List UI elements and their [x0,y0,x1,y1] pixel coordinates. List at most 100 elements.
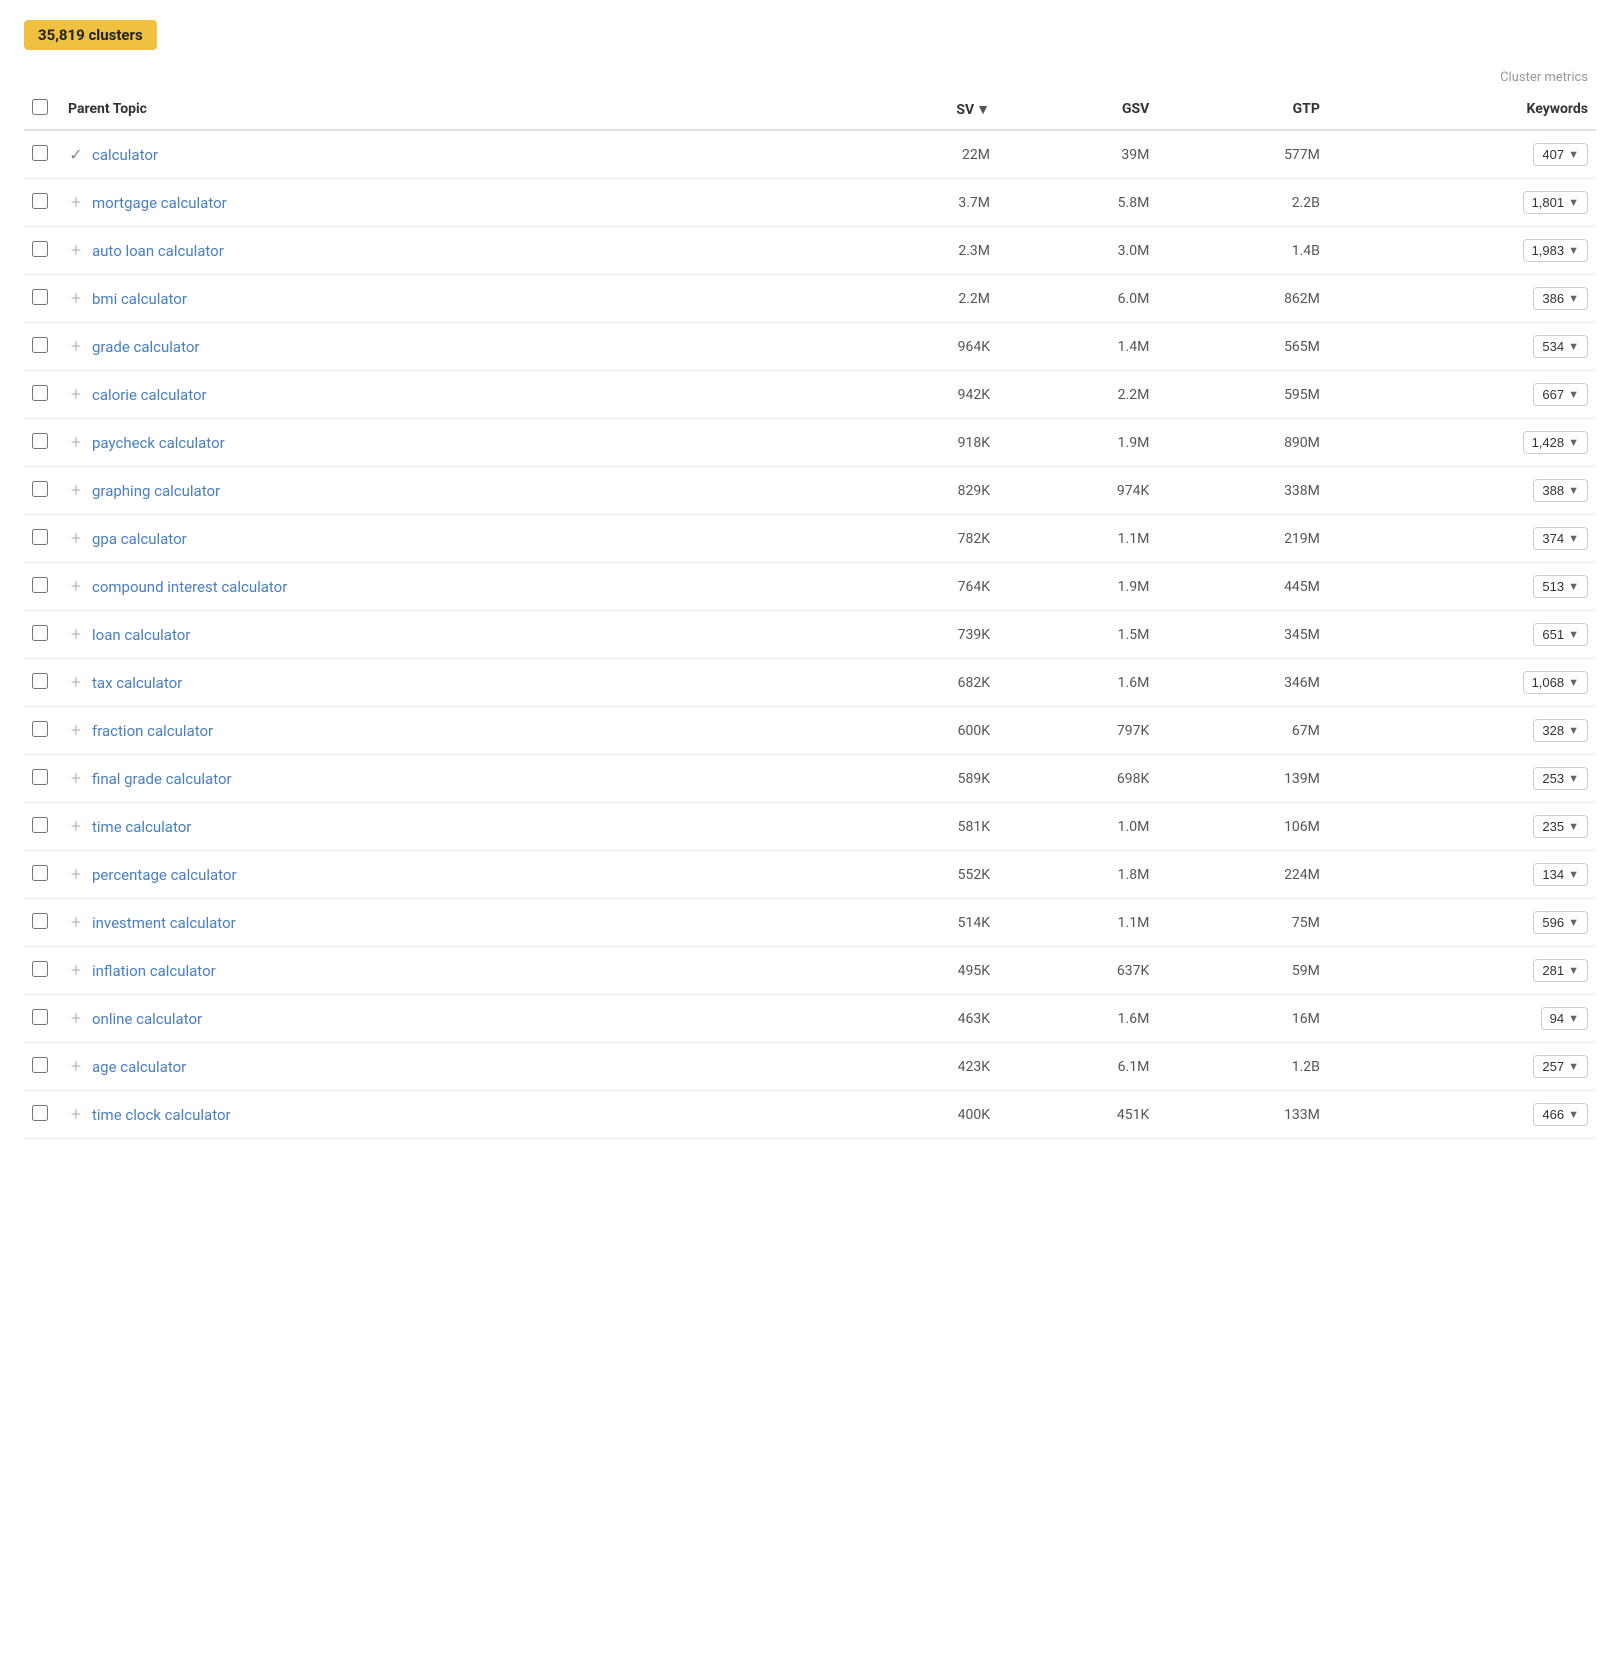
row-checkbox[interactable] [32,1009,48,1025]
row-checkbox[interactable] [32,913,48,929]
row-checkbox[interactable] [32,145,48,161]
dropdown-arrow-icon: ▼ [1568,197,1579,209]
topic-link[interactable]: compound interest calculator [92,578,287,596]
topic-link[interactable]: bmi calculator [92,290,187,308]
plus-icon[interactable]: + [68,192,84,213]
gsv-value: 1.6M [998,995,1157,1043]
plus-icon[interactable]: + [68,816,84,837]
row-checkbox[interactable] [32,961,48,977]
keywords-button[interactable]: 257▼ [1533,1055,1588,1078]
topic-link[interactable]: final grade calculator [92,770,232,788]
topic-link[interactable]: calculator [92,146,158,164]
plus-icon[interactable]: + [68,240,84,261]
keywords-button[interactable]: 388▼ [1533,479,1588,502]
row-checkbox[interactable] [32,625,48,641]
gsv-value: 698K [998,755,1157,803]
keywords-button[interactable]: 1,068▼ [1523,671,1588,694]
topic-link[interactable]: mortgage calculator [92,194,227,212]
topic-link[interactable]: time calculator [92,818,191,836]
keywords-cell: 1,983▼ [1328,227,1596,275]
plus-icon[interactable]: + [68,480,84,501]
keywords-button[interactable]: 466▼ [1533,1103,1588,1126]
keywords-button[interactable]: 513▼ [1533,575,1588,598]
plus-icon[interactable]: + [68,576,84,597]
select-all-header[interactable] [24,89,60,130]
keywords-button[interactable]: 1,983▼ [1523,239,1588,262]
topic-link[interactable]: paycheck calculator [92,434,225,452]
keywords-button[interactable]: 253▼ [1533,767,1588,790]
row-checkbox[interactable] [32,241,48,257]
plus-icon[interactable]: + [68,720,84,741]
plus-icon[interactable]: + [68,672,84,693]
plus-icon[interactable]: + [68,1056,84,1077]
keywords-button[interactable]: 407▼ [1533,143,1588,166]
table-row: +age calculator423K6.1M1.2B257▼ [24,1043,1596,1091]
topic-link[interactable]: gpa calculator [92,530,187,548]
keywords-button[interactable]: 134▼ [1533,863,1588,886]
keywords-button[interactable]: 667▼ [1533,383,1588,406]
keywords-button[interactable]: 386▼ [1533,287,1588,310]
row-checkbox[interactable] [32,865,48,881]
row-checkbox[interactable] [32,481,48,497]
plus-icon[interactable]: + [68,768,84,789]
row-checkbox[interactable] [32,289,48,305]
keywords-button[interactable]: 1,428▼ [1523,431,1588,454]
row-checkbox[interactable] [32,385,48,401]
topic-link[interactable]: percentage calculator [92,866,237,884]
row-checkbox[interactable] [32,529,48,545]
plus-icon[interactable]: + [68,288,84,309]
keywords-count: 94 [1550,1011,1564,1026]
row-checkbox[interactable] [32,817,48,833]
topic-link[interactable]: loan calculator [92,626,190,644]
topic-link[interactable]: age calculator [92,1058,186,1076]
keywords-button[interactable]: 534▼ [1533,335,1588,358]
keywords-count: 386 [1542,291,1564,306]
plus-icon[interactable]: + [68,1008,84,1029]
topic-cell: + calorie calculator [60,371,835,419]
select-all-checkbox[interactable] [32,99,48,115]
plus-icon[interactable]: + [68,864,84,885]
plus-icon[interactable]: + [68,1104,84,1125]
row-checkbox[interactable] [32,1105,48,1121]
row-checkbox[interactable] [32,433,48,449]
row-checkbox[interactable] [32,1057,48,1073]
keywords-button[interactable]: 94▼ [1541,1007,1588,1030]
table-row: +inflation calculator495K637K59M281▼ [24,947,1596,995]
row-checkbox[interactable] [32,337,48,353]
col-sv[interactable]: SV ▼ [835,89,998,130]
topic-link[interactable]: graphing calculator [92,482,220,500]
keywords-button[interactable]: 596▼ [1533,911,1588,934]
topic-cell: + grade calculator [60,323,835,371]
topic-link[interactable]: auto loan calculator [92,242,224,260]
sv-value: 964K [835,323,998,371]
topic-link[interactable]: grade calculator [92,338,200,356]
keywords-button[interactable]: 374▼ [1533,527,1588,550]
plus-icon[interactable]: + [68,528,84,549]
gtp-value: 1.4B [1157,227,1328,275]
plus-icon[interactable]: + [68,960,84,981]
plus-icon[interactable]: + [68,336,84,357]
row-checkbox[interactable] [32,673,48,689]
topic-link[interactable]: time clock calculator [92,1106,231,1124]
keywords-count: 388 [1542,483,1564,498]
row-checkbox[interactable] [32,577,48,593]
row-checkbox[interactable] [32,769,48,785]
keywords-button[interactable]: 328▼ [1533,719,1588,742]
plus-icon[interactable]: + [68,912,84,933]
topic-link[interactable]: tax calculator [92,674,182,692]
keywords-button[interactable]: 281▼ [1533,959,1588,982]
topic-link[interactable]: fraction calculator [92,722,213,740]
plus-icon[interactable]: + [68,624,84,645]
plus-icon[interactable]: + [68,432,84,453]
plus-icon[interactable]: + [68,384,84,405]
topic-link[interactable]: investment calculator [92,914,236,932]
sv-value: 942K [835,371,998,419]
row-checkbox[interactable] [32,193,48,209]
topic-link[interactable]: calorie calculator [92,386,207,404]
row-checkbox[interactable] [32,721,48,737]
topic-link[interactable]: online calculator [92,1010,202,1028]
keywords-button[interactable]: 1,801▼ [1523,191,1588,214]
keywords-button[interactable]: 235▼ [1533,815,1588,838]
keywords-button[interactable]: 651▼ [1533,623,1588,646]
topic-link[interactable]: inflation calculator [92,962,216,980]
